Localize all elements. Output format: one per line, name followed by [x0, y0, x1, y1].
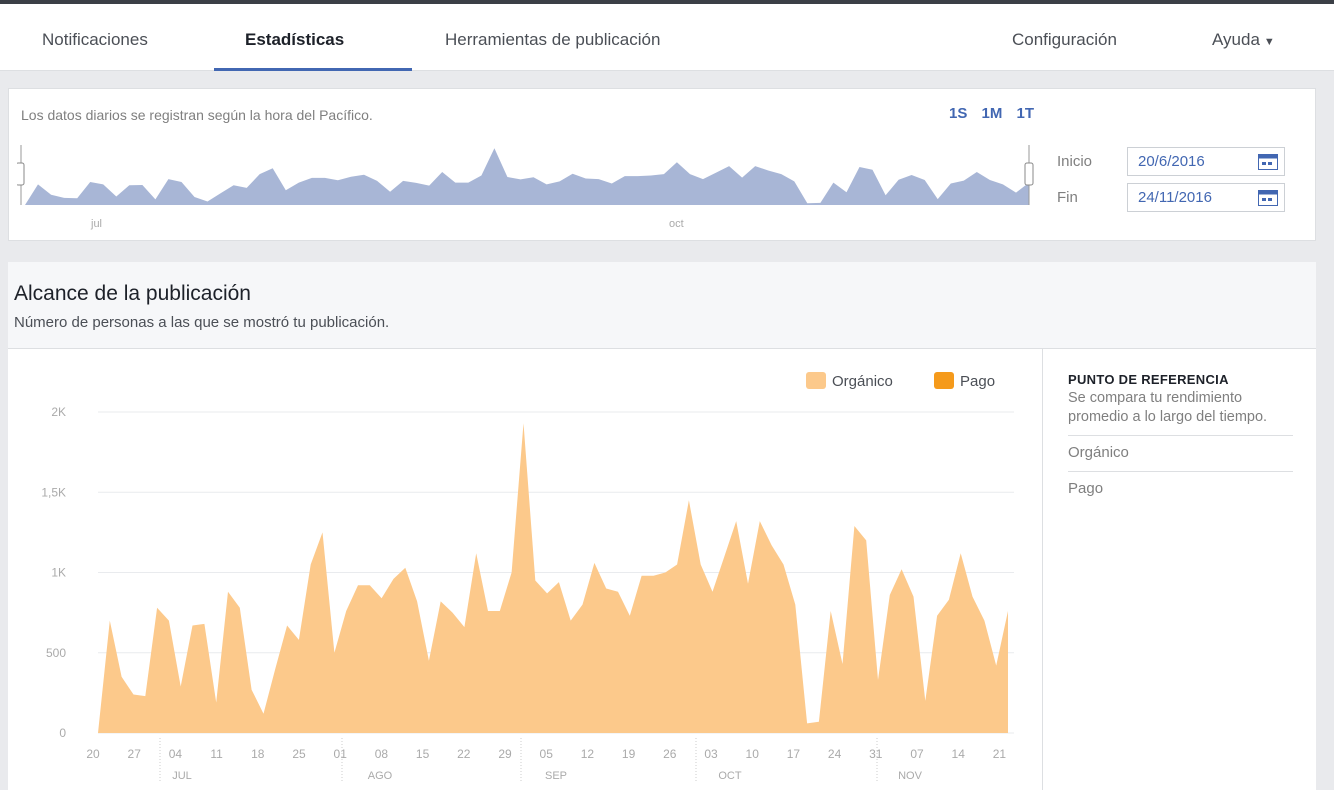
calendar-icon[interactable]	[1258, 154, 1278, 170]
mini-tick-jul: jul	[91, 218, 103, 230]
x-tick-label: 22	[457, 747, 471, 761]
y-tick-label: 0	[59, 726, 66, 740]
active-tab-indicator	[214, 68, 412, 71]
reach-chart: 0 500 1K 1,5K 2K 20 27 04 11 18 25 01 08 15 22 29 05 12 19…	[41, 405, 1014, 782]
end-date-input[interactable]: 24/11/2016	[1127, 183, 1285, 212]
legend-swatch-organico	[806, 372, 826, 389]
date-range-panel: Los datos diarios se registran según la …	[8, 88, 1316, 241]
x-tick-label: 17	[787, 747, 801, 761]
panel-divider	[1042, 349, 1043, 790]
range-start-handle[interactable]	[17, 162, 25, 186]
x-tick-label: 26	[663, 747, 677, 761]
top-navigation: Notificaciones Estadísticas Herramientas…	[0, 4, 1334, 71]
x-tick-label: 19	[622, 747, 636, 761]
x-tick-label: 15	[416, 747, 430, 761]
x-tick-label: 12	[581, 747, 595, 761]
legend-swatch-pago	[934, 372, 954, 389]
start-date-value: 20/6/2016	[1138, 153, 1205, 170]
zoom-1t-button[interactable]: 1T	[1017, 105, 1035, 122]
configuracion-link[interactable]: Configuración	[1012, 4, 1117, 70]
month-label: JUL	[172, 770, 192, 782]
range-end-handle[interactable]	[1024, 162, 1034, 186]
series-organico-area	[98, 423, 1008, 733]
zoom-1m-button[interactable]: 1M	[982, 105, 1003, 122]
end-label: Fin	[1057, 189, 1078, 206]
x-tick-label: 01	[334, 747, 348, 761]
y-tick-label: 1,5K	[41, 485, 66, 499]
x-tick-label: 03	[704, 747, 718, 761]
tab-estadisticas[interactable]: Estadísticas	[245, 4, 344, 70]
benchmark-title: PUNTO DE REFERENCIA	[1068, 372, 1229, 387]
mini-tick-oct: oct	[669, 218, 684, 230]
month-label: NOV	[898, 770, 923, 782]
y-tick-label: 2K	[51, 405, 66, 419]
ayuda-menu[interactable]: Ayuda ▼	[1212, 4, 1275, 70]
mini-timeline-chart	[17, 145, 1034, 205]
x-tick-label: 25	[292, 747, 306, 761]
y-tick-label: 1K	[51, 566, 66, 580]
x-tick-label: 08	[375, 747, 389, 761]
tab-notificaciones[interactable]: Notificaciones	[42, 4, 148, 70]
x-tick-label: 05	[540, 747, 554, 761]
start-label: Inicio	[1057, 153, 1093, 170]
x-tick-label: 10	[746, 747, 760, 761]
x-tick-label: 14	[952, 747, 966, 761]
x-tick-label: 11	[210, 747, 223, 761]
zoom-1s-button[interactable]: 1S	[949, 105, 967, 122]
x-tick-label: 04	[169, 747, 183, 761]
chevron-down-icon: ▼	[1263, 36, 1275, 48]
zoom-options: 1S 1M 1T	[949, 105, 1044, 122]
x-tick-label: 29	[498, 747, 512, 761]
month-label: OCT	[718, 770, 742, 782]
tab-herramientas-de-publicacion[interactable]: Herramientas de publicación	[445, 4, 660, 70]
post-reach-section: Alcance de la publicación Número de pers…	[8, 262, 1316, 790]
start-date-input[interactable]: 20/6/2016	[1127, 147, 1285, 176]
month-label: AGO	[368, 770, 393, 782]
calendar-icon[interactable]	[1258, 190, 1278, 206]
x-tick-label: 31	[869, 747, 883, 761]
y-tick-label: 500	[46, 646, 66, 660]
benchmark-row-organico[interactable]: Orgánico	[1068, 435, 1293, 471]
benchmark-description: Se compara tu rendimiento promedio a lo …	[1068, 390, 1268, 425]
mini-timeline-area	[25, 148, 1029, 205]
end-date-value: 24/11/2016	[1138, 189, 1212, 206]
legend-label-organico: Orgánico	[832, 373, 893, 390]
x-tick-label: 21	[993, 747, 1007, 761]
month-label: SEP	[545, 770, 567, 782]
ayuda-label: Ayuda	[1212, 30, 1260, 49]
benchmark-row-pago[interactable]: Pago	[1068, 471, 1293, 507]
legend-pago[interactable]: Pago	[934, 372, 995, 390]
legend-label-pago: Pago	[960, 373, 996, 390]
x-tick-label: 20	[86, 747, 100, 761]
timezone-note: Los datos diarios se registran según la …	[21, 107, 373, 123]
x-tick-label: 07	[910, 747, 924, 761]
x-tick-label: 18	[251, 747, 265, 761]
x-tick-label: 24	[828, 747, 842, 761]
benchmark-panel: PUNTO DE REFERENCIA Se compara tu rendim…	[1068, 372, 1293, 507]
x-tick-label: 27	[128, 747, 142, 761]
legend-organico[interactable]: Orgánico	[806, 372, 893, 390]
